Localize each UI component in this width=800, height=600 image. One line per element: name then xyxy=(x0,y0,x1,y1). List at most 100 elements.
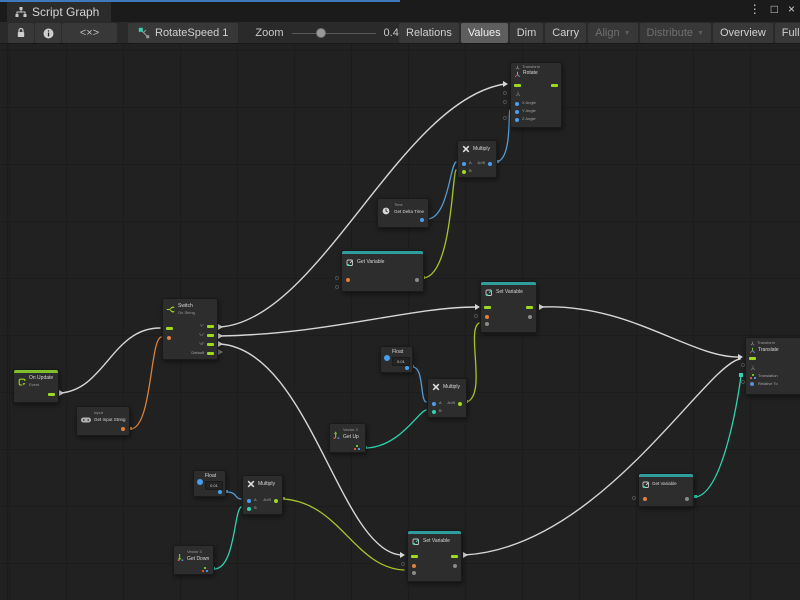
b-in-port[interactable] xyxy=(247,507,251,511)
value-out-port[interactable] xyxy=(405,366,409,370)
node-float-mid[interactable]: Float 0.01 xyxy=(380,346,413,373)
node-get-input-string[interactable]: Input Get Input String xyxy=(76,406,130,436)
wire-multiply-mid-to-setvariable[interactable] xyxy=(467,323,479,402)
b-in-port[interactable] xyxy=(432,410,436,414)
node-rotate[interactable]: Transform Rotate X Angle Y Angle Z Angle xyxy=(510,62,562,128)
a-in-port[interactable] xyxy=(462,162,466,166)
case-2-out-port[interactable] xyxy=(207,334,214,337)
wire-float-to-multiply-bottom[interactable] xyxy=(227,492,241,499)
name-in-port[interactable] xyxy=(643,497,647,501)
result-out-port[interactable] xyxy=(274,499,278,503)
align-button[interactable]: Align▼ xyxy=(588,23,637,43)
node-multiply-top[interactable]: Multiply A A×B B xyxy=(457,140,497,178)
x-angle-port[interactable] xyxy=(515,102,519,106)
exec-out-port[interactable] xyxy=(451,555,458,558)
exec-in-port[interactable] xyxy=(411,555,418,558)
full-screen-button[interactable]: Full Screen xyxy=(775,23,800,43)
b-in-port[interactable] xyxy=(462,170,466,174)
value-out-port[interactable] xyxy=(415,278,419,282)
result-out-port[interactable] xyxy=(488,162,492,166)
wire-setvariable-bottom-to-translate[interactable] xyxy=(464,359,740,555)
wire-switch-to-setvariable-mid[interactable] xyxy=(220,307,476,336)
inspect-button[interactable] xyxy=(35,23,61,43)
target-port-icon[interactable] xyxy=(515,91,521,97)
z-angle-port[interactable] xyxy=(515,118,519,122)
value-out-port[interactable] xyxy=(453,564,457,568)
a-in-port[interactable] xyxy=(432,402,436,406)
node-vector3-get-down[interactable]: Vector 3 Get Down xyxy=(173,545,214,575)
zoom-slider[interactable] xyxy=(292,28,376,38)
name-in-port[interactable] xyxy=(485,315,489,319)
value-out-port[interactable] xyxy=(528,315,532,319)
value-in-port[interactable] xyxy=(412,571,416,575)
node-float-bottom[interactable]: Float 0.01 xyxy=(193,470,226,497)
result-out-port[interactable] xyxy=(458,402,462,406)
tab-script-graph[interactable]: Script Graph xyxy=(7,2,111,22)
window-maximize-button[interactable]: □ xyxy=(769,2,780,16)
node-multiply-bottom[interactable]: Multiply A A×B B xyxy=(242,475,283,515)
node-get-variable-top[interactable]: Get Variable xyxy=(341,250,424,292)
y-angle-port[interactable] xyxy=(515,110,519,114)
graph-breadcrumb[interactable]: RotateSpeed 1 xyxy=(128,23,238,43)
node-set-variable-mid[interactable]: Set Variable xyxy=(480,281,537,333)
float-value-field[interactable]: 0.01 xyxy=(392,357,410,366)
wire-getdown-to-multiply-bottom[interactable] xyxy=(215,507,241,569)
distribute-button[interactable]: Distribute▼ xyxy=(640,23,711,43)
node-switch-on-string[interactable]: Switch On String "r" "u" "d" Default xyxy=(162,298,218,360)
lock-button[interactable] xyxy=(8,23,34,43)
value-out-port[interactable] xyxy=(121,427,125,431)
dim-button[interactable]: Dim xyxy=(510,23,544,43)
relative-to-port[interactable] xyxy=(750,382,754,386)
exec-in-port[interactable] xyxy=(484,306,491,309)
exec-in-port[interactable] xyxy=(514,84,521,87)
exec-in-port[interactable] xyxy=(749,357,756,360)
name-in-port[interactable] xyxy=(346,278,350,282)
relations-button[interactable]: Relations xyxy=(399,23,459,43)
a-in-port[interactable] xyxy=(247,499,251,503)
name-in-port[interactable] xyxy=(412,564,416,568)
wire-multiply-bottom-to-setvariable[interactable] xyxy=(284,499,404,570)
node-get-delta-time[interactable]: Time Get Delta Time xyxy=(377,198,429,228)
vector3-out-port[interactable] xyxy=(354,445,360,450)
window-close-button[interactable]: × xyxy=(786,2,797,16)
window-menu-button[interactable]: ⋮ xyxy=(747,2,763,16)
value-out-port[interactable] xyxy=(218,490,222,494)
wire-getvariable-to-translate[interactable] xyxy=(696,375,741,497)
exec-out-port[interactable] xyxy=(526,306,533,309)
node-subtitle: Event xyxy=(29,383,39,387)
default-out-port[interactable] xyxy=(207,352,214,355)
vector3-out-port[interactable] xyxy=(202,567,208,572)
case-1-out-port[interactable] xyxy=(207,325,214,328)
wire-deltatime-to-multiply[interactable] xyxy=(428,162,456,219)
graph-canvas[interactable]: Transform Rotate X Angle Y Angle Z Angle… xyxy=(0,44,800,600)
zoom-slider-thumb[interactable] xyxy=(316,28,326,38)
wire-switch-to-setvariable-bottom[interactable] xyxy=(220,344,402,555)
wire-onupdate-to-switch[interactable] xyxy=(60,328,160,393)
node-get-variable-bottom-right[interactable]: Get Variable xyxy=(638,473,694,507)
exec-in-port[interactable] xyxy=(166,327,173,330)
exec-out-port[interactable] xyxy=(551,84,558,87)
wire-getinput-to-switch[interactable] xyxy=(131,337,161,429)
carry-button[interactable]: Carry xyxy=(545,23,586,43)
node-multiply-mid[interactable]: Multiply A A×B B xyxy=(427,378,467,418)
node-vector3-get-up[interactable]: Vector 3 Get Up xyxy=(329,423,366,453)
values-button[interactable]: Values xyxy=(461,23,508,43)
wire-getup-to-multiply-mid[interactable] xyxy=(367,410,426,448)
exec-out-port[interactable] xyxy=(48,393,55,396)
node-translate[interactable]: Transform Translate Translation Relative… xyxy=(745,337,800,395)
node-set-variable-bottom[interactable]: Set Variable xyxy=(407,530,462,582)
float-value-field[interactable]: 0.01 xyxy=(205,481,223,490)
wire-setvariable-mid-to-translate[interactable] xyxy=(540,307,740,357)
value-in-port[interactable] xyxy=(485,322,489,326)
code-preview-button[interactable]: <×> xyxy=(62,23,117,43)
translation-in-port[interactable] xyxy=(750,374,756,379)
node-title: Get Up xyxy=(343,435,359,441)
overview-button[interactable]: Overview xyxy=(713,23,773,43)
target-port-icon[interactable] xyxy=(750,365,756,371)
selector-in-port[interactable] xyxy=(167,336,171,340)
node-on-update[interactable]: On Update Event xyxy=(13,369,59,403)
case-3-out-port[interactable] xyxy=(207,343,214,346)
value-out-port[interactable] xyxy=(420,218,424,222)
wire-float-to-multiply-mid[interactable] xyxy=(413,367,426,402)
value-out-port[interactable] xyxy=(685,497,689,501)
